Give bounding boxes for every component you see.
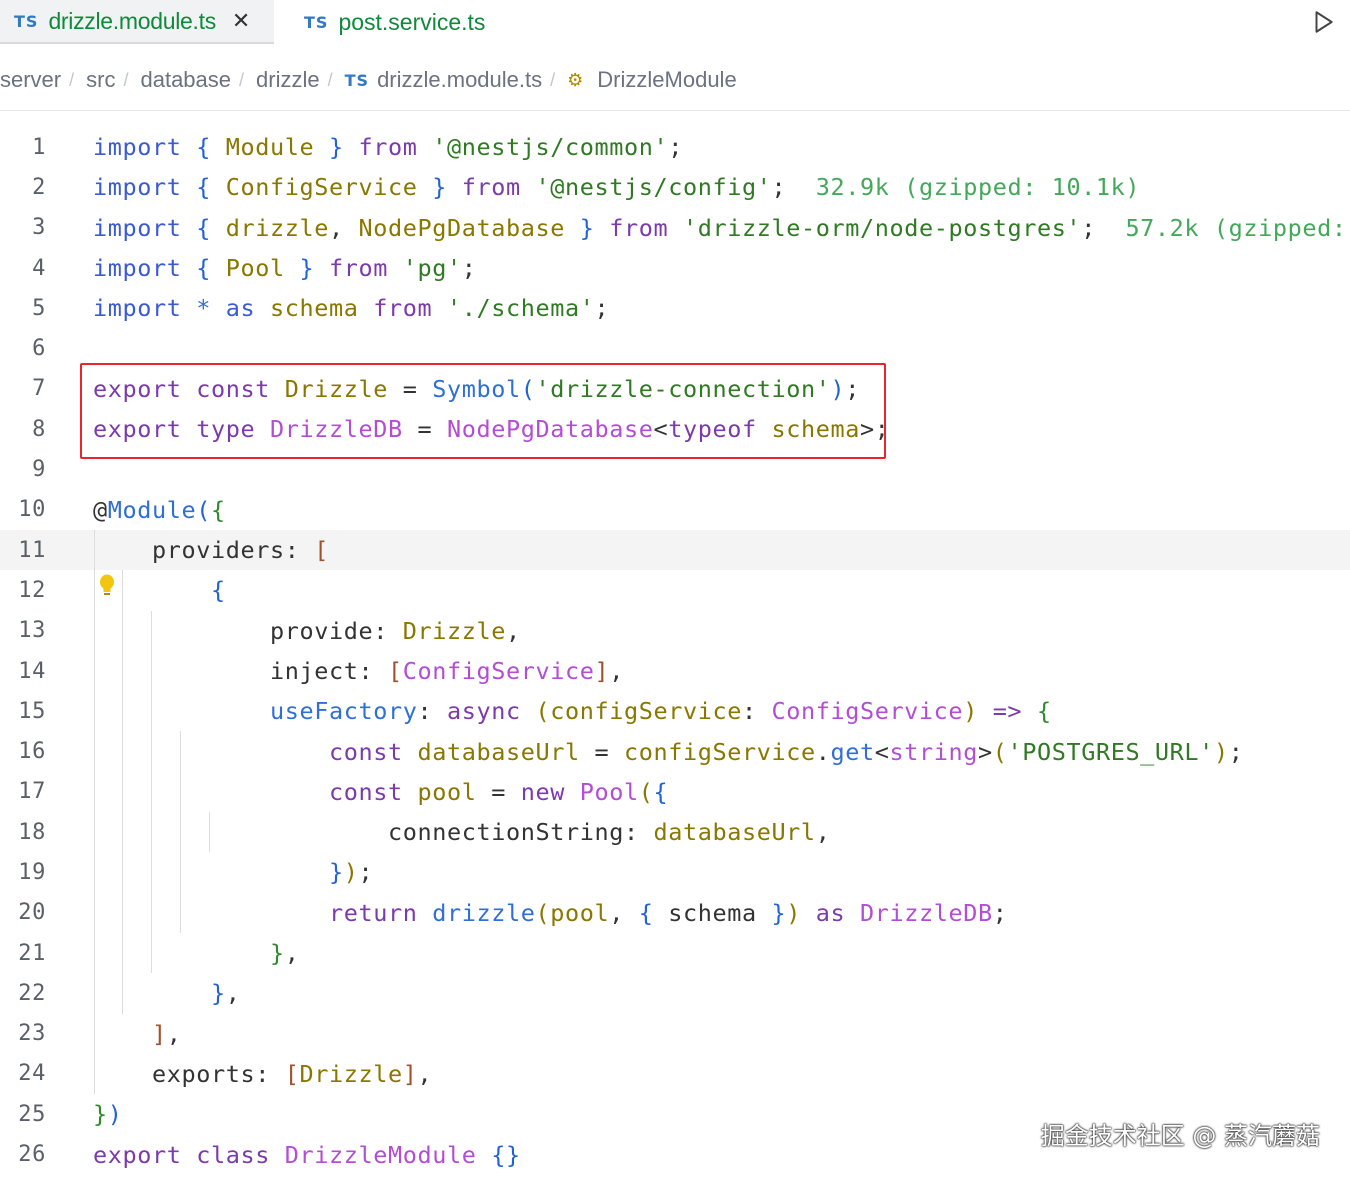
code-text: export class DrizzleModule {}: [93, 1140, 521, 1169]
line-number: 10: [18, 497, 46, 523]
run-icon[interactable]: [1310, 9, 1336, 35]
code-text: const pool = new Pool({: [328, 777, 669, 806]
typescript-icon: TS: [344, 70, 370, 90]
breadcrumb-item-server[interactable]: server: [0, 67, 61, 93]
code-text: providers: [: [152, 536, 329, 565]
line-number: 19: [18, 859, 46, 885]
code-text: provide: Drizzle,: [269, 616, 521, 645]
line-number: 1: [32, 134, 46, 160]
line-number: 16: [18, 739, 46, 765]
tab-label: post.service.ts: [338, 8, 486, 35]
close-icon[interactable]: ✕: [232, 9, 250, 34]
tab-bar: TS drizzle.module.ts ✕ TS post.service.t…: [0, 0, 1350, 44]
code-line: 22 },: [0, 973, 1350, 1014]
annotation-highlight-box: [80, 363, 886, 459]
code-line: 24 exports: [Drizzle],: [0, 1053, 1350, 1095]
code-text: exports: [Drizzle],: [152, 1059, 433, 1088]
code-line-current: 11 providers: [: [0, 529, 1350, 571]
breadcrumb-separator: /: [69, 69, 75, 90]
breadcrumb: server / src / database / drizzle / TS drizz…: [0, 58, 737, 102]
tab-label: drizzle.module.ts: [48, 7, 216, 34]
code-line: 4 import { Pool } from 'pg';: [0, 248, 1350, 288]
code-line: 1 import { Module } from '@nestjs/common…: [0, 127, 1350, 167]
code-line: 18 connectionString: databaseUrl,: [0, 812, 1350, 853]
watermark: 掘金技术社区 @ 蒸汽蘑菇: [1040, 1122, 1320, 1150]
typescript-icon: TS: [14, 11, 39, 31]
line-number: 6: [32, 336, 46, 362]
divider: [0, 110, 1350, 111]
breadcrumb-item-file[interactable]: drizzle.module.ts: [377, 67, 542, 93]
code-line: 14 inject: [ConfigService],: [0, 650, 1350, 692]
code-text: return drizzle(pool, { schema }) as Driz…: [328, 898, 1008, 927]
line-number: 9: [32, 457, 46, 483]
line-number: 23: [18, 1021, 46, 1047]
line-number: 8: [32, 416, 46, 442]
line-number: 13: [18, 618, 46, 644]
code-text: @Module({: [93, 495, 226, 524]
line-number: 12: [18, 577, 46, 603]
line-number: 4: [32, 255, 46, 281]
code-text: import { drizzle, NodePgDatabase } from …: [93, 214, 1350, 242]
breadcrumb-item-drizzle[interactable]: drizzle: [256, 67, 320, 93]
code-line: 15 useFactory: async (configService: Con…: [0, 691, 1350, 732]
code-line: 10 @Module({: [0, 490, 1350, 530]
breadcrumb-separator: /: [550, 69, 556, 90]
code-text: connectionString: databaseUrl,: [387, 818, 831, 847]
code-text: import { Module } from '@nestjs/common';: [93, 133, 683, 162]
code-line: 17 const pool = new Pool({: [0, 771, 1350, 813]
code-line: 23 ],: [0, 1013, 1350, 1054]
code-line: 19 });: [0, 852, 1350, 893]
line-number: 14: [18, 658, 46, 684]
import-cost-hint: 32.9k (gzipped: 10.1k): [815, 173, 1141, 202]
typescript-icon: TS: [304, 12, 329, 32]
code-text: }): [93, 1100, 123, 1129]
code-text: ],: [152, 1019, 182, 1048]
code-text: {: [211, 576, 226, 605]
code-text: import * as schema from './schema';: [93, 294, 610, 323]
code-text: const databaseUrl = configService.get<st…: [328, 737, 1244, 766]
line-number: 2: [32, 174, 46, 200]
code-text: },: [269, 939, 300, 968]
tab-drizzle-module[interactable]: TS drizzle.module.ts ✕: [0, 0, 274, 44]
breadcrumb-item-database[interactable]: database: [140, 67, 231, 93]
module-symbol-icon: ⚙: [567, 69, 584, 91]
code-text: });: [328, 858, 374, 887]
breadcrumb-separator: /: [239, 69, 245, 90]
breadcrumb-separator: /: [123, 69, 129, 90]
line-number: 11: [18, 537, 46, 563]
code-text: inject: [ConfigService],: [269, 657, 624, 685]
code-line: 3 import { drizzle, NodePgDatabase } fro…: [0, 208, 1350, 248]
line-number: 3: [32, 215, 46, 241]
tab-post-service[interactable]: TS post.service.ts: [290, 0, 485, 44]
code-line: 13 provide: Drizzle,: [0, 610, 1350, 651]
code-text: import { ConfigService } from '@nestjs/c…: [93, 173, 1141, 202]
code-text: },: [211, 979, 241, 1008]
code-editor[interactable]: 1 import { Module } from '@nestjs/common…: [0, 127, 1350, 1175]
code-line: 20 return drizzle(pool, { schema }) as D…: [0, 892, 1350, 933]
line-number: 21: [18, 940, 46, 966]
breadcrumb-separator: /: [327, 69, 333, 90]
line-number: 17: [18, 779, 46, 805]
code-line: 12 {: [0, 570, 1350, 611]
breadcrumb-item-src[interactable]: src: [86, 67, 115, 93]
line-number: 15: [18, 698, 46, 724]
line-number: 5: [32, 295, 46, 321]
import-cost-hint: 57.2k (gzipped: 1: [1125, 213, 1347, 242]
line-number: 26: [18, 1142, 46, 1168]
code-text: useFactory: async (configService: Config…: [269, 697, 1052, 726]
line-number: 18: [18, 819, 46, 845]
line-number: 7: [32, 376, 46, 402]
code-line: 21 },: [0, 932, 1350, 974]
line-number: 24: [18, 1061, 46, 1087]
code-line: 16 const databaseUrl = configService.get…: [0, 731, 1350, 772]
breadcrumb-item-symbol[interactable]: DrizzleModule: [597, 67, 736, 93]
line-number: 25: [18, 1101, 46, 1127]
code-line: 2 import { ConfigService } from '@nestjs…: [0, 167, 1350, 207]
code-text: import { Pool } from 'pg';: [93, 254, 477, 283]
line-number: 22: [18, 980, 46, 1006]
code-line: 5 import * as schema from './schema';: [0, 288, 1350, 328]
line-number: 20: [18, 900, 46, 926]
